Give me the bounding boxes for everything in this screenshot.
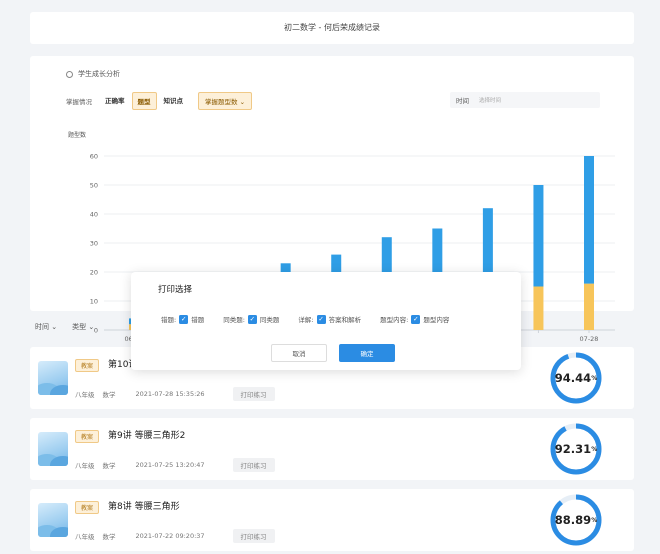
option-label: 题型内容: (380, 316, 409, 324)
y-tick-label: 20 (90, 269, 98, 277)
checkbox-checked-icon[interactable]: ✓ (316, 314, 326, 324)
score-gauge: 92.31% (549, 422, 603, 476)
lesson-thumbnail (38, 432, 68, 466)
print-practice-button[interactable]: 打印练习 (232, 529, 275, 543)
filter-time-label: 时间 (35, 323, 49, 331)
option-label: 详解: (298, 316, 314, 324)
chevron-down-icon: ⌄ (88, 323, 95, 331)
option-similar-questions: 同类题: ✓ 同类题 (223, 314, 279, 324)
print-practice-button[interactable]: 打印练习 (232, 387, 275, 401)
option-value: 答案和解析 (328, 316, 362, 324)
option-wrong-questions: 错题: ✓ 错题 (161, 314, 204, 324)
record-title: 第9讲 等腰三角形2 (108, 431, 186, 441)
analysis-title-text: 学生成长分析 (78, 70, 120, 78)
page-title: 初二数学 - 何后荣成绩记录 (284, 23, 380, 32)
time-filter-label: 时间 (456, 97, 469, 105)
time-filter[interactable]: 时间 选择时间 (450, 92, 600, 108)
y-tick-label: 60 (90, 153, 98, 161)
print-practice-button[interactable]: 打印练习 (232, 458, 275, 472)
checkbox-checked-icon[interactable]: ✓ (411, 314, 421, 324)
analysis-title: 学生成长分析 (66, 69, 120, 79)
chevron-down-icon: ⌄ (239, 98, 246, 106)
option-value: 题型内容 (423, 316, 450, 324)
record-meta: 八年级 数学 2021-07-28 15:35:26 打印练习 (75, 387, 275, 401)
time-filter-input[interactable]: 选择时间 (479, 96, 501, 104)
mastery-dropdown-label: 掌握题型数 (205, 98, 238, 106)
option-question-type-content: 题型内容: ✓ 题型内容 (380, 314, 449, 324)
record-card[interactable]: 教案 第9讲 等腰三角形2 八年级 数学 2021-07-25 13:20:47… (30, 418, 634, 480)
bar-segment (533, 185, 544, 287)
lesson-thumbnail (38, 503, 68, 537)
tab-accuracy[interactable]: 正确率 (100, 92, 130, 110)
score-percent: 94.44% (554, 371, 598, 385)
score-gauge: 88.89% (549, 493, 603, 547)
page-header: 初二数学 - 何后荣成绩记录 (30, 12, 634, 44)
mastery-dropdown[interactable]: 掌握题型数 ⌄ (198, 92, 253, 110)
record-date: 2021-07-22 09:20:37 (135, 532, 205, 540)
record-meta: 八年级 数学 2021-07-25 13:20:47 打印练习 (75, 458, 275, 472)
tab-knowledge-point[interactable]: 知识点 (159, 92, 189, 110)
mastery-tabs: 正确率 题型 知识点 (100, 92, 188, 110)
record-grade: 八年级 (75, 462, 95, 470)
y-tick-label: 50 (90, 182, 98, 190)
option-label: 错题: (161, 316, 177, 324)
option-label: 同类题: (223, 316, 245, 324)
analysis-icon (66, 70, 73, 78)
record-tag: 教案 (75, 501, 100, 514)
record-date: 2021-07-28 15:35:26 (135, 390, 205, 398)
confirm-button[interactable]: 确定 (339, 344, 395, 362)
chart-y-label: 题型数 (68, 132, 87, 139)
y-tick-label: 30 (90, 240, 98, 248)
x-tick-label: 07-28 (580, 335, 599, 343)
score-percent: 92.31% (554, 442, 598, 456)
tab-question-type[interactable]: 题型 (131, 92, 157, 110)
bar-segment (584, 156, 594, 284)
y-tick-label: 40 (90, 211, 98, 219)
mastery-filter-row: 掌握情况 正确率 题型 知识点 掌握题型数 ⌄ (66, 92, 253, 110)
filter-time[interactable]: 时间 ⌄ (35, 322, 57, 332)
option-value: 同类题 (259, 316, 280, 324)
mastery-label: 掌握情况 (66, 98, 92, 106)
record-subject: 数学 (102, 533, 116, 541)
cancel-button[interactable]: 取消 (271, 344, 327, 362)
dialog-buttons: 取消 确定 (271, 344, 395, 362)
record-grade: 八年级 (75, 391, 95, 399)
bar-segment (533, 286, 544, 330)
record-meta: 八年级 数学 2021-07-22 09:20:37 打印练习 (75, 529, 275, 543)
option-value: 错题 (191, 316, 205, 324)
chevron-down-icon: ⌄ (51, 323, 58, 331)
score-percent: 88.89% (554, 513, 598, 527)
checkbox-checked-icon[interactable]: ✓ (179, 314, 189, 324)
option-explanation: 详解: ✓ 答案和解析 (298, 314, 361, 324)
print-selection-dialog: 打印选择 错题: ✓ 错题 同类题: ✓ 同类题 详解: ✓ 答案和解析 题型内… (131, 272, 521, 370)
record-title: 第8讲 等腰三角形 (108, 502, 180, 512)
record-card[interactable]: 教案 第8讲 等腰三角形 八年级 数学 2021-07-22 09:20:37 … (30, 489, 634, 551)
record-subject: 数学 (102, 462, 116, 470)
print-options: 错题: ✓ 错题 同类题: ✓ 同类题 详解: ✓ 答案和解析 题型内容: ✓ … (161, 314, 468, 324)
record-filter-bar: 时间 ⌄ 类型 ⌄ (35, 322, 94, 332)
record-date: 2021-07-25 13:20:47 (135, 461, 205, 469)
record-tag: 教案 (75, 430, 100, 443)
record-tag: 教案 (75, 359, 100, 372)
record-subject: 数学 (102, 391, 116, 399)
bar-segment (584, 283, 594, 330)
lesson-thumbnail (38, 361, 68, 395)
record-grade: 八年级 (75, 533, 95, 541)
checkbox-checked-icon[interactable]: ✓ (247, 314, 257, 324)
y-tick-label: 10 (90, 298, 98, 306)
y-tick-label: 0 (94, 327, 98, 335)
filter-type-label: 类型 (72, 323, 87, 331)
filter-type[interactable]: 类型 ⌄ (72, 322, 94, 332)
score-gauge: 94.44% (549, 351, 603, 405)
dialog-title: 打印选择 (158, 285, 193, 295)
